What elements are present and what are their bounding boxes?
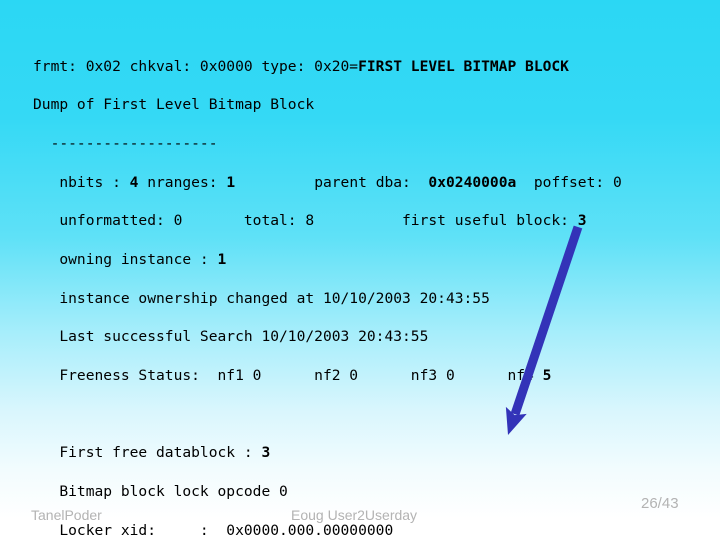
dump-span: -------------------: [33, 134, 218, 152]
dump-emphasis: 5: [542, 367, 552, 385]
dump-line: [33, 405, 703, 424]
dump-span: poffset: 0: [516, 173, 622, 191]
dump-span: Locker xid: : 0x0000.000.00000000: [33, 521, 394, 539]
dump-line: Bitmap block lock opcode 0: [33, 482, 703, 501]
slide-canvas: frmt: 0x02 chkval: 0x0000 type: 0x20=FIR…: [0, 0, 720, 540]
dump-emphasis: FIRST LEVEL BITMAP BLOCK: [358, 57, 569, 75]
dump-emphasis: 3: [577, 212, 587, 230]
dump-emphasis: 1: [226, 173, 236, 191]
dump-line: Freeness Status: nf1 0 nf2 0 nf3 0 nf4 5: [33, 366, 703, 385]
dump-line: -------------------: [33, 134, 703, 153]
dump-span: Dump of First Level Bitmap Block: [33, 96, 315, 114]
dump-line: Dump of First Level Bitmap Block: [33, 95, 703, 114]
dump-span: Bitmap block lock opcode 0: [33, 483, 288, 501]
dump-span: parent dba:: [235, 173, 429, 191]
dump-span: unformatted: 0 total: 8 first useful blo…: [33, 212, 578, 230]
dump-span: First free datablock :: [33, 444, 262, 462]
dump-line: First free datablock : 3: [33, 443, 703, 462]
dump-span: frmt: 0x02 chkval: 0x0000 type: 0x20=: [33, 57, 359, 75]
dump-line: Locker xid: : 0x0000.000.00000000: [33, 521, 703, 540]
dump-emphasis: 1: [217, 251, 227, 269]
dump-span: Freeness Status: nf1 0 nf2 0 nf3 0 nf4: [33, 367, 543, 385]
block-dump-text: frmt: 0x02 chkval: 0x0000 type: 0x20=FIR…: [33, 57, 703, 540]
dump-span: Last successful Search 10/10/2003 20:43:…: [33, 328, 429, 346]
dump-line: unformatted: 0 total: 8 first useful blo…: [33, 211, 703, 230]
dump-emphasis: 3: [261, 444, 271, 462]
footer-event-name: Eoug User2Userday: [291, 507, 418, 523]
dump-span: nranges:: [138, 173, 227, 191]
footer-author: TanelPoder: [31, 507, 102, 523]
footer-page-number: 26/43: [641, 495, 679, 512]
dump-span: instance ownership changed at 10/10/2003…: [33, 289, 490, 307]
dump-span: owning instance :: [33, 251, 218, 269]
dump-line: nbits : 4 nranges: 1 parent dba: 0x02400…: [33, 173, 703, 192]
dump-span: nbits :: [33, 173, 130, 191]
dump-line: frmt: 0x02 chkval: 0x0000 type: 0x20=FIR…: [33, 57, 703, 76]
dump-line: Last successful Search 10/10/2003 20:43:…: [33, 327, 703, 346]
dump-emphasis: 0x0240000a: [428, 173, 517, 191]
dump-line: owning instance : 1: [33, 250, 703, 269]
dump-line: instance ownership changed at 10/10/2003…: [33, 289, 703, 308]
